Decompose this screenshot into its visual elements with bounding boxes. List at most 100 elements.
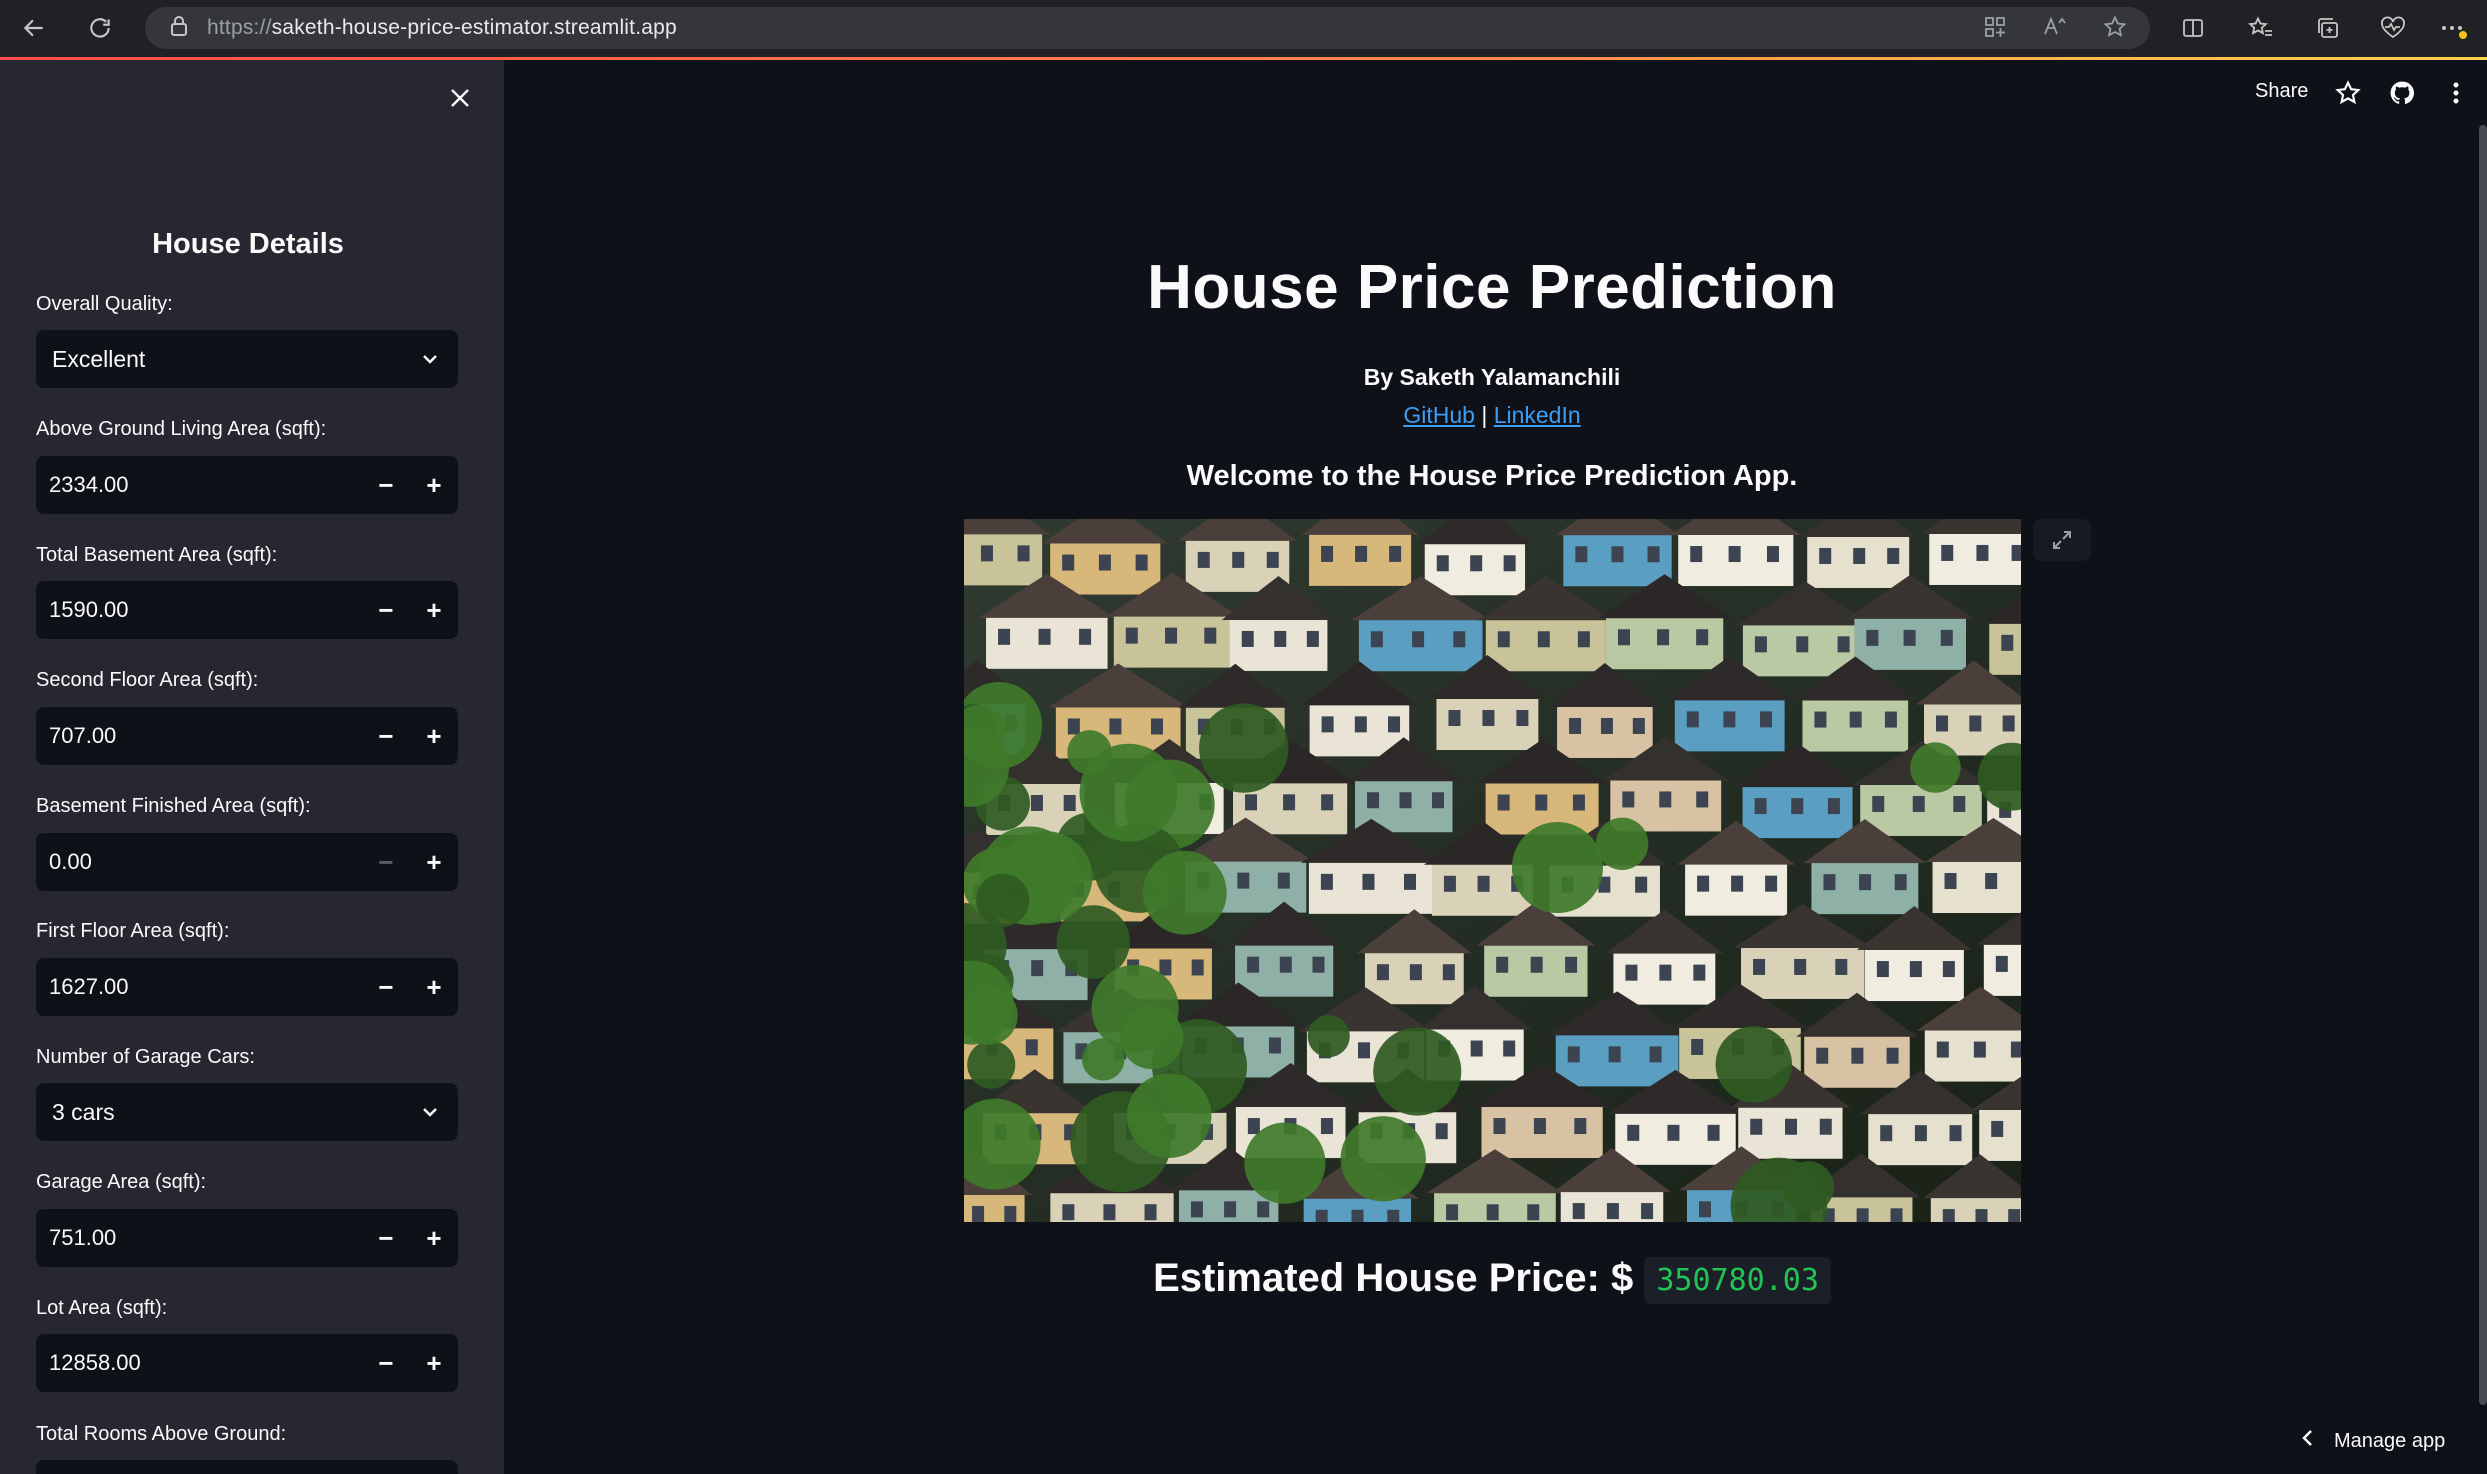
field-label-garage-cars: Number of Garage Cars: (36, 1046, 255, 1068)
tree-shape (1126, 1073, 1212, 1158)
decrement-button[interactable]: − (362, 1209, 410, 1267)
page-title: House Price Prediction (1147, 253, 1837, 322)
tree-shape (1910, 742, 1961, 793)
input-value: 751.00 (49, 1225, 117, 1250)
increment-button[interactable]: + (410, 1334, 458, 1392)
share-button[interactable]: Share (2255, 80, 2308, 103)
field-label-overall-quality: Overall Quality: (36, 293, 173, 315)
address-bar[interactable]: https://saketh-house-price-estimator.str… (145, 7, 2150, 49)
profile-links: GitHub | LinkedIn (1000, 402, 1984, 429)
favorite-star-icon[interactable] (2100, 12, 2130, 42)
more-menu-icon[interactable] (2437, 12, 2469, 44)
scrollbar[interactable] (2479, 125, 2487, 1405)
linkedin-link[interactable]: LinkedIn (1494, 402, 1581, 428)
select-value: Excellent (52, 345, 146, 372)
select-value: 3 cars (52, 1098, 115, 1125)
author-byline: By Saketh Yalamanchili (1363, 364, 1621, 390)
price-result: Estimated House Price: $ 350780.03 (1000, 1256, 1984, 1304)
input-value: 12858.00 (49, 1350, 141, 1375)
increment-button[interactable]: + (410, 456, 458, 514)
chevron-down-icon (420, 348, 440, 375)
price-label: Estimated House Price: $ (1153, 1256, 1634, 1300)
field-label-basement-finished: Basement Finished Area (sqft): (36, 795, 311, 817)
increment-button[interactable]: + (410, 1209, 458, 1267)
tree-shape (1595, 817, 1649, 870)
read-aloud-icon[interactable] (2040, 12, 2070, 42)
decrement-button[interactable]: − (362, 581, 410, 639)
first-floor-input[interactable]: 1627.00 − + (36, 958, 458, 1016)
field-label-total-rooms: Total Rooms Above Ground: (36, 1423, 287, 1445)
neighborhood-image (964, 519, 2021, 1222)
decrement-button[interactable]: − (362, 958, 410, 1016)
field-label-first-floor: First Floor Area (sqft): (36, 920, 230, 942)
tree-shape (1715, 1026, 1792, 1103)
tree-shape (1067, 730, 1112, 775)
basement-area-input[interactable]: 1590.00 − + (36, 581, 458, 639)
basement-finished-input[interactable]: 0.00 − + (36, 833, 458, 891)
sidebar-title: House Details (152, 228, 344, 260)
increment-button[interactable]: + (410, 581, 458, 639)
tree-shape (1511, 822, 1603, 914)
fullscreen-icon[interactable] (2033, 519, 2091, 561)
favorites-icon[interactable] (2245, 12, 2277, 44)
tree-shape (976, 873, 1030, 927)
increment-button[interactable]: + (410, 833, 458, 891)
apps-icon[interactable] (1980, 12, 2010, 42)
field-label-second-floor: Second Floor Area (sqft): (36, 669, 259, 691)
url-text: https://saketh-house-price-estimator.str… (207, 16, 677, 39)
browser-toolbar: https://saketh-house-price-estimator.str… (0, 0, 2487, 57)
decrement-button[interactable]: − (362, 1334, 410, 1392)
total-rooms-input[interactable] (36, 1460, 458, 1474)
decrement-button[interactable]: − (362, 456, 410, 514)
second-floor-input[interactable]: 707.00 − + (36, 707, 458, 765)
increment-button[interactable]: + (410, 958, 458, 1016)
field-label-living-area: Above Ground Living Area (sqft): (36, 418, 327, 440)
decrement-button[interactable]: − (362, 707, 410, 765)
split-screen-icon[interactable] (2177, 12, 2209, 44)
input-value: 1590.00 (49, 597, 129, 622)
input-value: 1627.00 (49, 974, 129, 999)
star-icon[interactable] (2333, 78, 2363, 108)
manage-app-label: Manage app (2334, 1429, 2446, 1452)
living-area-input[interactable]: 2334.00 − + (36, 456, 458, 514)
input-value: 0.00 (49, 849, 92, 874)
house-shape (1555, 519, 1680, 587)
garage-area-input[interactable]: 751.00 − + (36, 1209, 458, 1267)
tree-shape (1142, 850, 1227, 935)
house-shape (964, 519, 1051, 586)
house-shape (1799, 519, 1918, 588)
overall-quality-select[interactable]: Excellent (36, 330, 458, 388)
house-shape (1670, 519, 1802, 587)
lot-area-input[interactable]: 12858.00 − + (36, 1334, 458, 1392)
tree-shape (1340, 1116, 1426, 1202)
close-icon[interactable] (442, 80, 478, 116)
github-link[interactable]: GitHub (1403, 402, 1475, 428)
welcome-text: Welcome to the House Price Prediction Ap… (1186, 460, 1798, 492)
field-label-garage-area: Garage Area (sqft): (36, 1171, 207, 1193)
tree-shape (1244, 1122, 1326, 1204)
tree-shape (1373, 1027, 1462, 1116)
lock-icon (169, 15, 189, 42)
input-value: 707.00 (49, 723, 117, 748)
kebab-menu-icon[interactable] (2441, 78, 2471, 108)
refresh-icon[interactable] (76, 4, 124, 52)
garage-cars-select[interactable]: 3 cars (36, 1083, 458, 1141)
tree-shape (1082, 1038, 1125, 1081)
decrement-button[interactable]: − (362, 833, 410, 891)
input-value: 2334.00 (49, 472, 129, 497)
collections-icon[interactable] (2312, 12, 2344, 44)
manage-app-button[interactable]: Manage app (2300, 1428, 2445, 1454)
tree-shape (1307, 1015, 1350, 1058)
back-icon[interactable] (10, 4, 58, 52)
increment-button[interactable]: + (410, 707, 458, 765)
price-value: 350780.03 (1644, 1256, 1831, 1304)
tree-shape (1199, 703, 1289, 793)
github-icon[interactable] (2387, 78, 2417, 108)
tree-shape (967, 1040, 1016, 1089)
house-shape (1921, 519, 2021, 585)
field-label-lot-area: Lot Area (sqft): (36, 1297, 168, 1319)
sidebar: House Details Overall Quality: Excellent… (0, 60, 504, 1474)
chevron-left-icon (2300, 1428, 2314, 1454)
browser-essentials-icon[interactable] (2377, 12, 2409, 44)
link-separator: | (1481, 402, 1488, 428)
